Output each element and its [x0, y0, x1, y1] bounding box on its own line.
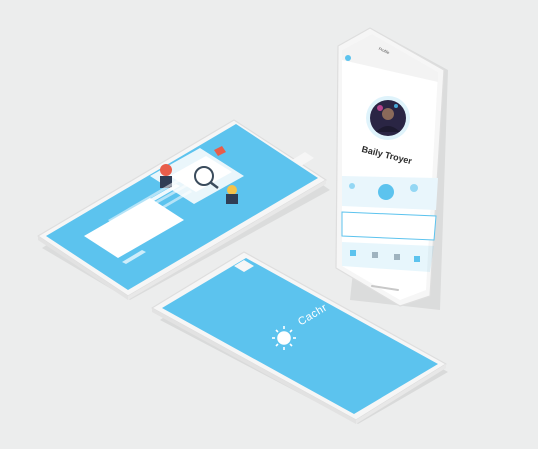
profile-phone: [335, 27, 448, 310]
mockup-scene: Cachr Profile Baily Troyer: [0, 0, 538, 449]
message-input[interactable]: [341, 211, 437, 241]
action-button-center[interactable]: [378, 184, 394, 200]
avatar: [366, 96, 410, 140]
action-button-right[interactable]: [410, 184, 418, 192]
action-button-left[interactable]: [349, 183, 355, 189]
tab-1[interactable]: [350, 250, 356, 256]
tab-2[interactable]: [372, 252, 378, 258]
tab-4[interactable]: [414, 256, 420, 262]
tab-3[interactable]: [394, 254, 400, 260]
